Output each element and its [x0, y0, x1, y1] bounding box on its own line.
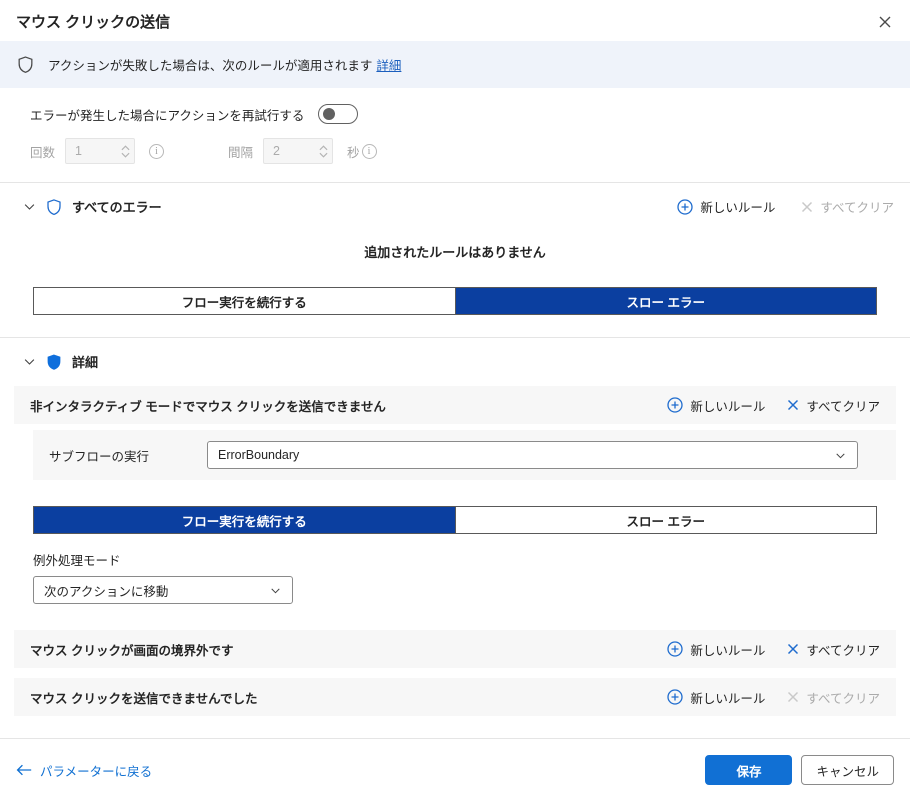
subflow-row: サブフローの実行 ErrorBoundary [33, 430, 896, 480]
toggle-knob [323, 108, 335, 120]
throw-error-option[interactable]: スロー エラー [455, 507, 877, 533]
banner-details-link[interactable]: 詳細 [376, 59, 401, 73]
continue-flow-option[interactable]: フロー実行を続行する [34, 288, 455, 314]
rule-name: マウス クリックを送信できませんでした [30, 688, 257, 707]
collapse-all-errors-chevron[interactable] [22, 199, 37, 214]
count-info-icon: i [149, 144, 164, 159]
dialog-footer: パラメーターに戻る 保存 キャンセル [0, 738, 910, 805]
plus-circle-icon [677, 199, 693, 215]
x-icon [787, 643, 799, 655]
dialog-title: マウス クリックの送信 [16, 11, 170, 32]
save-button[interactable]: 保存 [705, 755, 792, 785]
x-icon [787, 691, 799, 703]
seconds-label: 秒 [347, 142, 360, 161]
rule-name: 非インタラクティブ モードでマウス クリックを送信できません [30, 396, 386, 415]
all-errors-title: すべてのエラー [72, 197, 162, 216]
rule-name: マウス クリックが画面の境界外です [30, 640, 233, 659]
x-icon [801, 201, 813, 213]
chevron-up-icon [319, 145, 328, 151]
retry-toggle-label: エラーが発生した場合にアクションを再試行する [30, 105, 304, 124]
exception-mode-select[interactable]: 次のアクションに移動 [33, 576, 293, 604]
interval-spinner[interactable] [319, 145, 328, 158]
spacer [14, 668, 896, 678]
rule1-new-rule-button[interactable]: 新しいルール [667, 396, 765, 415]
chevron-down-icon [269, 584, 282, 597]
collapse-advanced-chevron[interactable] [22, 354, 37, 369]
chevron-down-icon [22, 199, 37, 214]
back-to-parameters-link[interactable]: パラメーターに戻る [16, 761, 152, 780]
chevron-down-icon [121, 152, 130, 158]
rule1-options: フロー実行を続行する スロー エラー 例外処理モード 次のアクションに移動 [14, 480, 896, 604]
advanced-section: 詳細 非インタラクティブ モードでマウス クリックを送信できません 新しいルール… [0, 338, 910, 738]
throw-error-option[interactable]: スロー エラー [455, 288, 877, 314]
all-errors-new-rule-button[interactable]: 新しいルール [677, 197, 775, 216]
all-errors-mode-segmented: フロー実行を続行する スロー エラー [33, 287, 877, 315]
rule1-clear-all-button[interactable]: すべてクリア [787, 396, 880, 415]
subflow-label: サブフローの実行 [49, 446, 207, 465]
rule-row-out-of-bounds: マウス クリックが画面の境界外です 新しいルール すべてクリア [14, 630, 896, 668]
chevron-down-icon [834, 449, 847, 462]
rule-row-send-failed: マウス クリックを送信できませんでした 新しいルール すべてクリア [14, 678, 896, 716]
rule2-clear-all-button[interactable]: すべてクリア [787, 640, 880, 659]
retry-count-input[interactable]: 1 [65, 138, 135, 164]
subflow-select[interactable]: ErrorBoundary [207, 441, 858, 469]
continue-flow-option[interactable]: フロー実行を続行する [34, 507, 455, 533]
rule3-new-rule-button[interactable]: 新しいルール [667, 688, 765, 707]
advanced-title: 詳細 [72, 352, 98, 371]
retry-interval-input[interactable]: 2 [263, 138, 333, 164]
x-icon [787, 399, 799, 411]
exception-mode-label: 例外処理モード [33, 550, 877, 569]
chevron-up-icon [121, 145, 130, 151]
plus-circle-icon [667, 689, 683, 705]
rule3-clear-all-button[interactable]: すべてクリア [787, 688, 880, 707]
retry-toggle[interactable] [318, 104, 358, 124]
shield-outline-icon [16, 55, 35, 74]
count-spinner[interactable] [121, 145, 130, 158]
chevron-down-icon [22, 354, 37, 369]
retry-interval-label: 間隔 [228, 142, 253, 161]
plus-circle-icon [667, 397, 683, 413]
arrow-left-icon [16, 763, 32, 777]
banner-text: アクションが失敗した場合は、次のルールが適用されます詳細 [48, 55, 401, 74]
spacer [14, 604, 896, 630]
error-rules-banner: アクションが失敗した場合は、次のルールが適用されます詳細 [0, 41, 910, 88]
close-button[interactable] [876, 13, 894, 31]
cancel-button[interactable]: キャンセル [801, 755, 894, 785]
shield-outline-blue-icon [45, 198, 63, 216]
rule-row-noninteractive: 非インタラクティブ モードでマウス クリックを送信できません 新しいルール すべ… [14, 386, 896, 424]
close-icon [878, 15, 892, 29]
rule2-new-rule-button[interactable]: 新しいルール [667, 640, 765, 659]
shield-filled-icon [45, 353, 63, 371]
chevron-down-icon [319, 152, 328, 158]
retry-settings: エラーが発生した場合にアクションを再試行する 回数 1 i 間隔 2 秒 i [0, 88, 910, 182]
dialog-titlebar: マウス クリックの送信 [0, 0, 910, 41]
all-errors-section: すべてのエラー 新しいルール すべてクリア 追加されたルールはありません フロー… [0, 183, 910, 337]
interval-info-icon: i [362, 144, 377, 159]
retry-count-label: 回数 [30, 142, 55, 161]
no-rules-message: 追加されたルールはありません [14, 242, 896, 261]
plus-circle-icon [667, 641, 683, 657]
rule1-mode-segmented: フロー実行を続行する スロー エラー [33, 506, 877, 534]
all-errors-clear-all-button[interactable]: すべてクリア [801, 197, 894, 216]
